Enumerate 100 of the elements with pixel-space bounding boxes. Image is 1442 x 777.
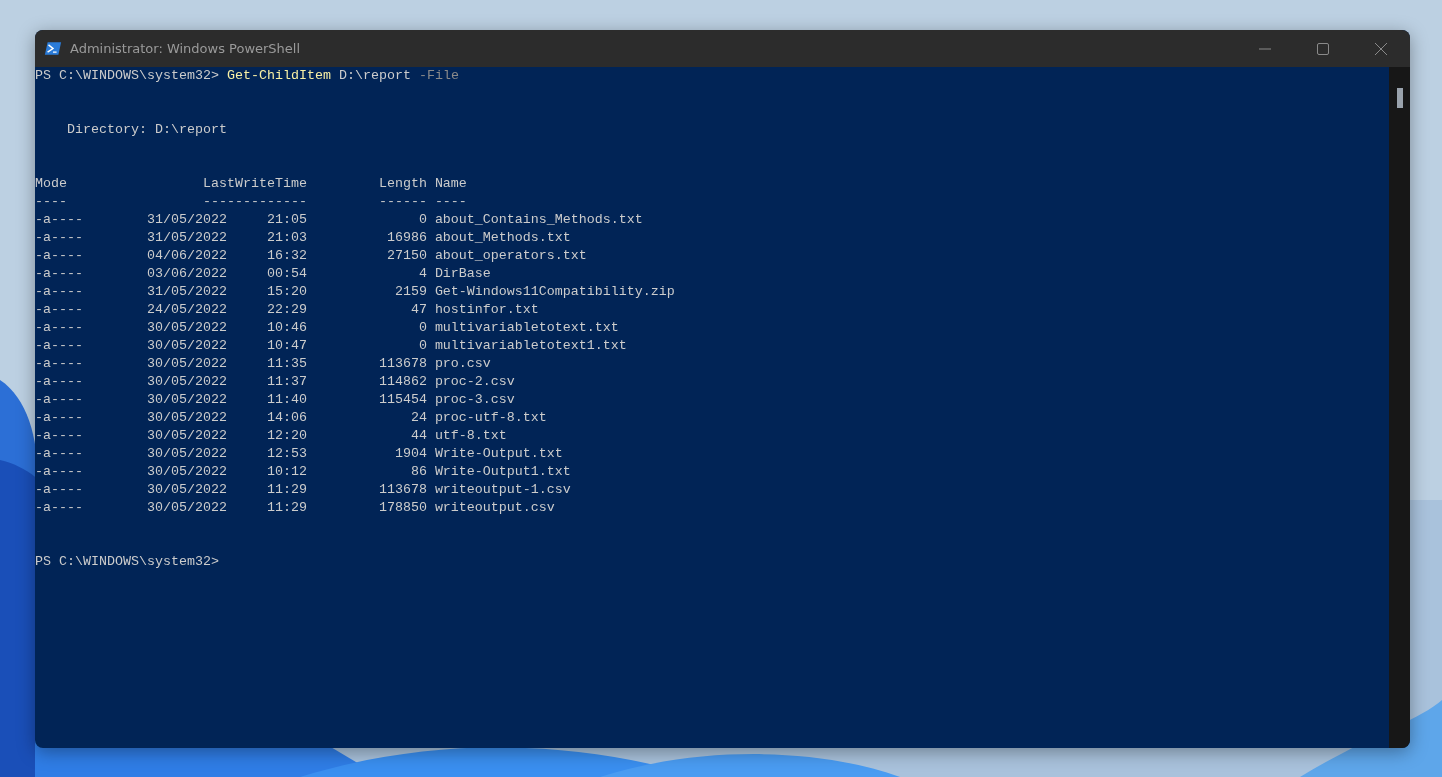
cmdlet-text: Get-ChildItem: [226, 67, 331, 85]
table-cell: 10:47: [266, 337, 307, 355]
scrollbar[interactable]: [1389, 67, 1410, 748]
table-cell: -a----: [35, 499, 83, 517]
table-cell: 21:05: [266, 211, 307, 229]
table-cell: proc-3.csv: [434, 391, 515, 409]
table-cell: about_Methods.txt: [434, 229, 571, 247]
table-cell: 30/05/2022: [146, 409, 227, 427]
table-cell: 27150: [386, 247, 427, 265]
table-cell: 00:54: [266, 265, 307, 283]
table-cell: 31/05/2022: [146, 229, 227, 247]
table-cell: 0: [418, 319, 427, 337]
table-cell: 47: [410, 301, 427, 319]
table-cell: 16986: [386, 229, 427, 247]
table-cell: 12:53: [266, 445, 307, 463]
table-cell: 30/05/2022: [146, 373, 227, 391]
table-cell: 31/05/2022: [146, 211, 227, 229]
table-cell: 04/06/2022: [146, 247, 227, 265]
table-cell: 30/05/2022: [146, 481, 227, 499]
table-cell: 12:20: [266, 427, 307, 445]
column-header: Name: [434, 175, 467, 193]
table-cell: pro.csv: [434, 355, 491, 373]
header-underline: ----: [434, 193, 467, 211]
table-cell: 115454: [378, 391, 427, 409]
table-cell: proc-2.csv: [434, 373, 515, 391]
argument-text: D:\report: [338, 67, 411, 85]
close-icon: [1375, 42, 1387, 55]
table-cell: -a----: [35, 283, 83, 301]
column-header: Length: [378, 175, 427, 193]
table-cell: -a----: [35, 373, 83, 391]
table-cell: -a----: [35, 211, 83, 229]
table-cell: -a----: [35, 355, 83, 373]
column-header: Mode: [35, 175, 67, 193]
table-cell: 24/05/2022: [146, 301, 227, 319]
table-cell: 31/05/2022: [146, 283, 227, 301]
table-cell: 11:29: [266, 481, 307, 499]
table-cell: -a----: [35, 301, 83, 319]
prompt-text: PS C:\WINDOWS\system32>: [35, 67, 219, 85]
maximize-icon: [1317, 42, 1329, 55]
table-cell: 0: [418, 337, 427, 355]
column-header: LastWriteTime: [202, 175, 307, 193]
table-cell: 44: [410, 427, 427, 445]
table-cell: 30/05/2022: [146, 337, 227, 355]
table-cell: 16:32: [266, 247, 307, 265]
table-cell: multivariabletotext1.txt: [434, 337, 627, 355]
table-cell: 11:40: [266, 391, 307, 409]
table-cell: -a----: [35, 481, 83, 499]
scroll-thumb[interactable]: [1397, 88, 1403, 108]
table-cell: 11:37: [266, 373, 307, 391]
table-cell: -a----: [35, 445, 83, 463]
table-cell: 178850: [378, 499, 427, 517]
table-cell: 22:29: [266, 301, 307, 319]
table-cell: about_Contains_Methods.txt: [434, 211, 643, 229]
table-cell: 11:35: [266, 355, 307, 373]
table-cell: 15:20: [266, 283, 307, 301]
table-cell: Get-Windows11Compatibility.zip: [434, 283, 675, 301]
table-cell: -a----: [35, 337, 83, 355]
table-cell: -a----: [35, 247, 83, 265]
table-cell: 2159: [394, 283, 427, 301]
table-cell: Write-Output.txt: [434, 445, 563, 463]
table-cell: 10:12: [266, 463, 307, 481]
directory-text: Directory: D:\report: [67, 121, 227, 139]
table-cell: 30/05/2022: [146, 391, 227, 409]
window-title: Administrator: Windows PowerShell: [70, 41, 301, 56]
table-cell: writeoutput-1.csv: [434, 481, 571, 499]
table-cell: DirBase: [434, 265, 491, 283]
table-cell: 10:46: [266, 319, 307, 337]
header-underline: ----: [35, 193, 67, 211]
table-cell: -a----: [35, 463, 83, 481]
table-cell: 113678: [378, 355, 427, 373]
table-cell: -a----: [35, 229, 83, 247]
table-cell: writeoutput.csv: [434, 499, 555, 517]
table-cell: 4: [418, 265, 427, 283]
prompt-text: PS C:\WINDOWS\system32>: [35, 553, 219, 571]
table-cell: 0: [418, 211, 427, 229]
table-cell: 113678: [378, 481, 427, 499]
table-cell: -a----: [35, 319, 83, 337]
table-cell: Write-Output1.txt: [434, 463, 571, 481]
table-cell: proc-utf-8.txt: [434, 409, 547, 427]
table-cell: 11:29: [266, 499, 307, 517]
table-cell: multivariabletotext.txt: [434, 319, 619, 337]
header-underline: ------: [378, 193, 427, 211]
table-cell: 30/05/2022: [146, 319, 227, 337]
header-underline: -------------: [202, 193, 307, 211]
table-cell: 30/05/2022: [146, 427, 227, 445]
table-cell: 30/05/2022: [146, 355, 227, 373]
table-cell: -a----: [35, 427, 83, 445]
table-cell: 114862: [378, 373, 427, 391]
powershell-icon: [44, 41, 62, 56]
table-cell: -a----: [35, 409, 83, 427]
table-cell: 86: [410, 463, 427, 481]
table-cell: utf-8.txt: [434, 427, 507, 445]
table-cell: 21:03: [266, 229, 307, 247]
table-cell: about_operators.txt: [434, 247, 587, 265]
table-cell: hostinfor.txt: [434, 301, 539, 319]
parameter-text: -File: [418, 67, 459, 85]
table-cell: -a----: [35, 391, 83, 409]
table-cell: 30/05/2022: [146, 445, 227, 463]
table-cell: 14:06: [266, 409, 307, 427]
table-cell: 30/05/2022: [146, 499, 227, 517]
